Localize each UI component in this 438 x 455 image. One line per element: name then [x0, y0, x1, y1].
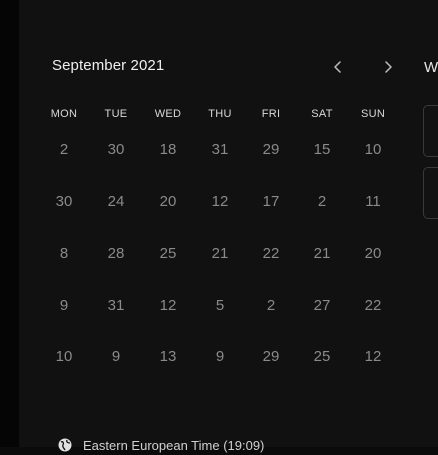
calendar-day[interactable]: 12 — [351, 339, 395, 375]
globe-icon — [58, 438, 72, 452]
weekday-label: TUE — [104, 108, 128, 120]
calendar-day[interactable]: 21 — [198, 236, 242, 272]
chevron-left-icon — [332, 60, 344, 74]
left-edge-strip — [0, 0, 19, 447]
calendar-day[interactable]: 9 — [94, 339, 138, 375]
calendar-day[interactable]: 12 — [198, 184, 242, 220]
calendar-day[interactable]: 27 — [300, 288, 344, 324]
weekday-label: MON — [50, 108, 78, 120]
previous-month-button[interactable] — [329, 58, 347, 76]
calendar-day[interactable]: 20 — [146, 184, 190, 220]
calendar-day[interactable]: 29 — [249, 132, 293, 168]
calendar-day[interactable]: 8 — [42, 236, 86, 272]
calendar-day[interactable]: 22 — [351, 288, 395, 324]
calendar-day[interactable]: 12 — [146, 288, 190, 324]
calendar-day[interactable]: 10 — [42, 339, 86, 375]
weekday-label: SUN — [360, 108, 386, 120]
time-slot-option[interactable] — [423, 105, 438, 157]
calendar-day[interactable]: 21 — [300, 236, 344, 272]
calendar-day[interactable]: 29 — [249, 339, 293, 375]
calendar-day[interactable]: 2 — [300, 184, 344, 220]
weekday-label: THU — [208, 108, 232, 120]
calendar-day[interactable]: 13 — [146, 339, 190, 375]
time-slot-option[interactable] — [423, 167, 438, 219]
calendar-day[interactable]: 11 — [351, 184, 395, 220]
calendar-day[interactable]: 9 — [198, 339, 242, 375]
calendar-day[interactable]: 30 — [42, 184, 86, 220]
calendar-day[interactable]: 2 — [42, 132, 86, 168]
calendar-day[interactable]: 24 — [94, 184, 138, 220]
calendar-day[interactable]: 20 — [351, 236, 395, 272]
month-title: September 2021 — [52, 57, 165, 74]
calendar-day[interactable]: 31 — [198, 132, 242, 168]
timezone-selector[interactable]: Eastern European Time (19:09) — [58, 437, 264, 453]
next-month-button[interactable] — [379, 58, 397, 76]
weekday-label: SAT — [311, 108, 333, 120]
weekday-label: WED — [154, 108, 182, 120]
calendar-day[interactable]: 10 — [351, 132, 395, 168]
timezone-label: Eastern European Time (19:09) — [83, 437, 265, 453]
chevron-right-icon — [382, 60, 394, 74]
weekday-label: FRI — [261, 108, 281, 120]
calendar-day[interactable]: 18 — [146, 132, 190, 168]
calendar-day[interactable]: 25 — [300, 339, 344, 375]
calendar-day[interactable]: 5 — [198, 288, 242, 324]
calendar-day[interactable]: 25 — [146, 236, 190, 272]
calendar-day[interactable]: 28 — [94, 236, 138, 272]
calendar-day[interactable]: 17 — [249, 184, 293, 220]
calendar-day[interactable]: 15 — [300, 132, 344, 168]
calendar-day[interactable]: 30 — [94, 132, 138, 168]
calendar-day[interactable]: 22 — [249, 236, 293, 272]
side-panel-title: W — [424, 59, 438, 76]
calendar-day[interactable]: 31 — [94, 288, 138, 324]
calendar-day[interactable]: 2 — [249, 288, 293, 324]
calendar-day[interactable]: 9 — [42, 288, 86, 324]
